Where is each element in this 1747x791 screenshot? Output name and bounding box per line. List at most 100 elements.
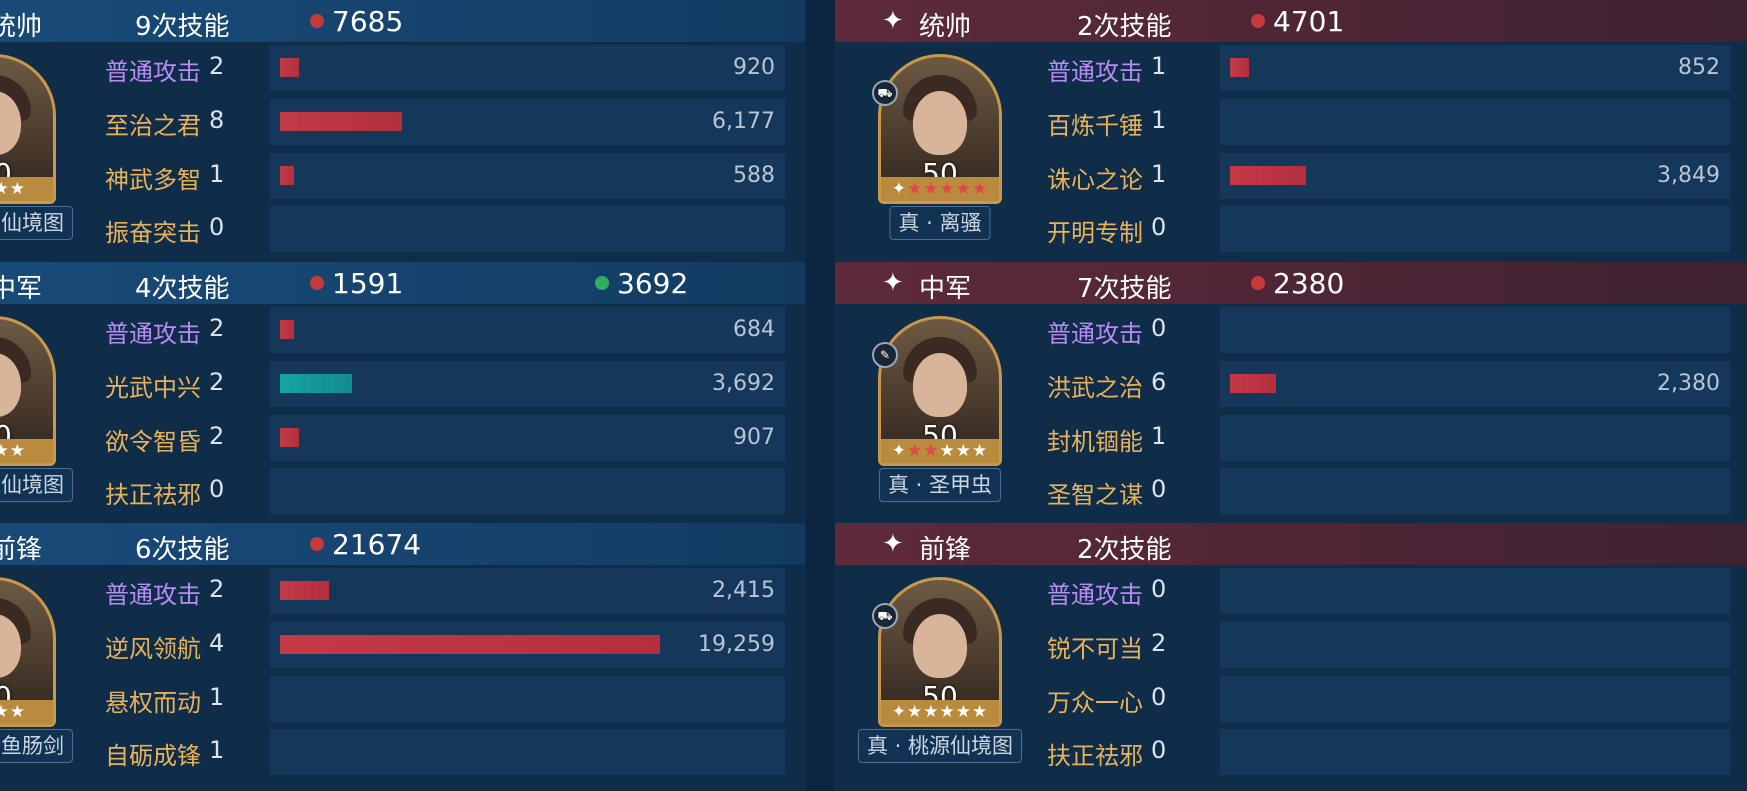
skill-count-label: 2次技能 (1077, 12, 1172, 42)
squad-section-2: 前锋6次技能2167450✦★★★鱼肠剑普通攻击22,415逆风领航419,25… (0, 523, 805, 785)
skill-use-count: 0 (209, 213, 225, 241)
skill-name: 开明专制 (1047, 219, 1143, 247)
skill-row: 普通攻击 0 (835, 565, 1747, 617)
damage-total: 1591 (332, 267, 404, 300)
section-header: 前锋 6次技能 21674 (0, 523, 805, 565)
skill-row: 百炼千锤 1 (835, 96, 1747, 148)
skill-name: 普通攻击 (105, 320, 201, 348)
bar-track (1220, 99, 1730, 145)
squad-section-1: ✦ 中军 7次技能 2380 50 ✦★★★★★ ✎ 真 · 圣甲虫 普通攻击 0 洪武之治 6 2,3… (835, 262, 1747, 524)
skill-use-count: 8 (209, 106, 225, 134)
skill-name: 神武多智 (105, 166, 201, 194)
skill-row: 诛心之论 1 3,849 (835, 150, 1747, 202)
bar-track (1220, 415, 1730, 461)
skill-use-count: 1 (209, 160, 225, 188)
skill-damage-bar (280, 58, 299, 77)
damage-total: 4701 (1273, 5, 1345, 38)
skill-use-count: 2 (209, 314, 225, 342)
skill-row: 欲令智昏 2 907 (0, 412, 805, 464)
squad-section-2: ✦ 前锋 2次技能 50 ✦★★★★★ ⛟ 真 · 桃源仙境图 普通攻击 0 锐不可当 2 万众一心 0… (835, 523, 1747, 785)
skill-name: 振奋突击 (105, 219, 201, 247)
skill-name: 锐不可当 (1047, 635, 1143, 663)
skill-row: 逆风领航 4 19,259 (0, 619, 805, 671)
skill-damage-value: 6,177 (712, 109, 775, 134)
skill-row: 扶正祛邪 0 (835, 726, 1747, 778)
skill-row: 至治之君 8 6,177 (0, 96, 805, 148)
section-header: 统帅 9次技能 7685 (0, 0, 805, 42)
damage-total: 7685 (332, 5, 404, 38)
skill-count-label: 2次技能 (1077, 535, 1172, 565)
section-header: ✦ 中军 7次技能 2380 (835, 262, 1747, 304)
section-header: ✦ 统帅 2次技能 4701 (835, 0, 1747, 42)
skill-row: 悬权而动 1 (0, 673, 805, 725)
skill-count-label: 4次技能 (135, 274, 230, 304)
skill-damage-bar (280, 112, 402, 131)
bar-track (270, 676, 785, 722)
position-label: 中军 (0, 274, 43, 304)
skill-damage-value: 920 (733, 55, 775, 80)
skill-name: 逆风领航 (105, 635, 201, 663)
skill-use-count: 0 (1151, 683, 1167, 711)
bar-track (270, 729, 785, 775)
star-icon: ✦ (882, 529, 904, 559)
bar-track (270, 468, 785, 514)
squad-section-0: 统帅9次技能768550✦★★★桃源仙境图普通攻击2920至治之君86,177神… (0, 0, 805, 262)
skill-use-count: 1 (1151, 52, 1167, 80)
skill-use-count: 1 (1151, 106, 1167, 134)
position-label: 前锋 (919, 535, 972, 565)
skill-count-label: 6次技能 (135, 535, 230, 565)
skill-name: 自砺成锋 (105, 742, 201, 770)
damage-dot-icon (310, 276, 324, 290)
skill-use-count: 0 (1151, 314, 1167, 342)
skill-use-count: 1 (1151, 422, 1167, 450)
skill-name: 诛心之论 (1047, 166, 1143, 194)
skill-row: 光武中兴 2 3,692 (0, 358, 805, 410)
position-label: 前锋 (0, 535, 43, 565)
skill-row: 普通攻击 2 920 (0, 42, 805, 94)
damage-total: 2380 (1273, 267, 1345, 300)
skill-name: 扶正祛邪 (105, 481, 201, 509)
damage-dot-icon (1251, 14, 1265, 28)
skill-row: 万众一心 0 (835, 673, 1747, 725)
damage-dot-icon (1251, 276, 1265, 290)
skill-name: 万众一心 (1047, 689, 1143, 717)
skill-row: 自砺成锋 1 (0, 726, 805, 778)
skill-damage-value: 852 (1678, 55, 1720, 80)
skill-name: 至治之君 (105, 112, 201, 140)
skill-row: 神武多智 1 588 (0, 150, 805, 202)
heal-dot-icon (595, 276, 609, 290)
skill-row: 洪武之治 6 2,380 (835, 358, 1747, 410)
position-label: 统帅 (919, 12, 972, 42)
skill-damage-bar (280, 428, 299, 447)
skill-use-count: 4 (209, 629, 225, 657)
skill-name: 普通攻击 (105, 58, 201, 86)
skill-count-label: 7次技能 (1077, 274, 1172, 304)
skill-damage-bar (280, 635, 660, 654)
skill-use-count: 1 (1151, 160, 1167, 188)
section-header: 中军 4次技能 1591 3692 (0, 262, 805, 304)
skill-name: 扶正祛邪 (1047, 742, 1143, 770)
skill-name: 普通攻击 (1047, 320, 1143, 348)
squad-section-0: ✦ 统帅 2次技能 4701 50 ✦★★★★★ ⛟ 真 · 离骚 普通攻击 1 852 百炼千锤 1 诛… (835, 0, 1747, 262)
bar-track (1220, 307, 1730, 353)
skill-damage-value: 588 (733, 163, 775, 188)
skill-name: 百炼千锤 (1047, 112, 1143, 140)
skill-row: 普通攻击 1 852 (835, 42, 1747, 94)
damage-dot-icon (310, 14, 324, 28)
bar-track (1220, 729, 1730, 775)
skill-row: 扶正祛邪 0 (0, 465, 805, 517)
star-icon: ✦ (882, 268, 904, 298)
skill-use-count: 2 (209, 368, 225, 396)
skill-use-count: 2 (209, 575, 225, 603)
skill-damage-value: 3,849 (1657, 163, 1720, 188)
bar-track (270, 206, 785, 252)
skill-damage-bar (280, 374, 352, 393)
skill-damage-value: 2,380 (1657, 371, 1720, 396)
skill-count-label: 9次技能 (135, 12, 230, 42)
skill-name: 洪武之治 (1047, 374, 1143, 402)
skill-name: 普通攻击 (105, 581, 201, 609)
skill-damage-bar (280, 581, 329, 600)
skill-use-count: 0 (1151, 575, 1167, 603)
skill-use-count: 1 (209, 683, 225, 711)
skill-use-count: 6 (1151, 368, 1167, 396)
